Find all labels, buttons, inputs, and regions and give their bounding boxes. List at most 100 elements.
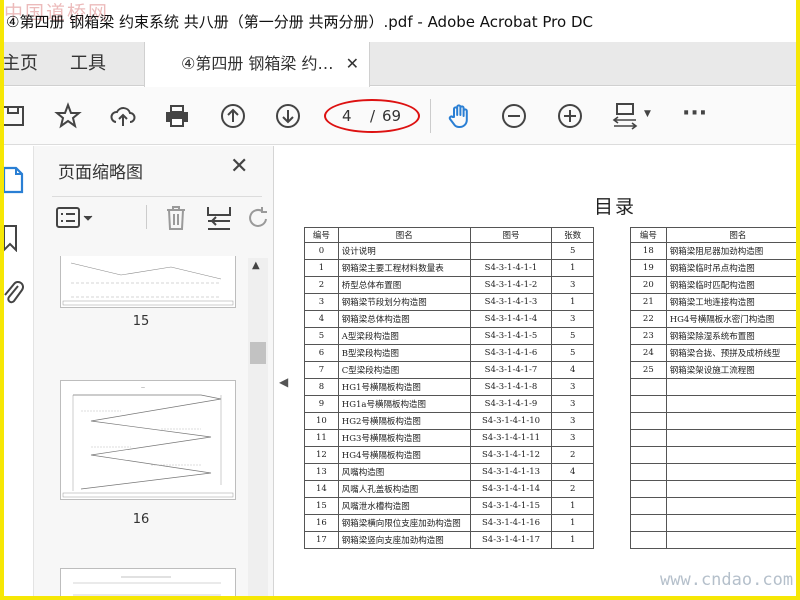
cloud-upload-icon[interactable]	[108, 101, 138, 131]
zoom-in-icon[interactable]	[555, 101, 585, 131]
panel-divider	[146, 205, 147, 229]
table-cell: 5	[304, 327, 339, 345]
toolbar: 4 / 69 ▼ ···	[4, 87, 796, 145]
table-cell	[630, 480, 667, 498]
document-view: 目录 编号 图名 图号 张数 0 设计说明 5 1 钢箱梁主要工程材料数量表 S4-3-1…	[294, 146, 796, 596]
table-cell: 3	[551, 378, 594, 396]
table-header-row: 编号 图名	[630, 227, 796, 243]
print-icon[interactable]	[162, 101, 192, 131]
table-cell: HG3号横隔板构造图	[337, 429, 471, 447]
thumbnails-panel: 页面缩略图 ✕ 15 — 16 ▲	[34, 146, 274, 596]
table-row	[630, 412, 796, 430]
thumbnail-page-number: 16	[132, 512, 150, 527]
table-cell	[665, 429, 796, 447]
page-thumbnail[interactable]	[60, 256, 236, 308]
tab-home[interactable]: 主页	[4, 42, 38, 86]
table-row: 12 HG4号横隔板构造图 S4-3-1-4-1-12 2	[304, 446, 594, 464]
fit-page-icon[interactable]	[610, 101, 640, 131]
watermark-bottom: www.cndao.com	[660, 570, 794, 590]
table-cell: 3	[551, 276, 594, 294]
table-cell: 钢箱梁节段划分构造图	[337, 293, 471, 311]
tab-tools[interactable]: 工具	[70, 42, 106, 86]
table-row	[630, 497, 796, 515]
page-thumbnail-selected[interactable]: —	[60, 380, 236, 500]
scrollbar-thumb[interactable]	[250, 342, 266, 364]
table-cell: 8	[304, 378, 339, 396]
svg-text:—: —	[141, 385, 145, 390]
table-cell: HG1a号横隔板构造图	[337, 395, 471, 413]
collapse-panel-icon[interactable]: ◀	[279, 375, 288, 389]
hand-tool-icon[interactable]	[445, 101, 475, 131]
table-cell: 22	[630, 310, 667, 328]
table-cell: 桥型总体布置图	[337, 276, 471, 294]
navigation-rail	[4, 146, 34, 596]
delete-page-icon[interactable]	[164, 205, 188, 235]
table-cell: 16	[304, 514, 339, 532]
table-cell: 12	[304, 446, 339, 464]
table-row: 23 钢箱梁除湿系统布置图	[630, 327, 796, 345]
table-cell: 钢箱梁工地连接构造图	[665, 293, 796, 311]
table-cell: S4-3-1-4-1-16	[469, 514, 553, 532]
table-cell: 0	[304, 242, 339, 260]
table-cell: 1	[551, 259, 594, 277]
window-title: ④第四册 钢箱梁 约束系统 共八册（第一分册 共两分册）.pdf - Adobe…	[6, 13, 593, 31]
fit-dropdown-icon[interactable]: ▼	[644, 109, 651, 119]
thumbnail-scrollbar[interactable]: ▲	[248, 258, 268, 596]
table-cell: 3	[551, 395, 594, 413]
table-cell: S4-3-1-4-1-17	[469, 531, 553, 549]
table-cell	[665, 463, 796, 481]
bookmark-star-icon[interactable]	[53, 101, 83, 131]
thumbnail-page-number: 15	[132, 314, 150, 329]
table-cell: 风嘴人孔盖板构造图	[337, 480, 471, 498]
scroll-up-icon[interactable]: ▲	[252, 260, 260, 271]
table-cell	[630, 463, 667, 481]
page-thumbnails-icon[interactable]	[4, 166, 24, 198]
table-cell: 21	[630, 293, 667, 311]
table-cell: C型梁段构造图	[337, 361, 471, 379]
save-icon[interactable]	[4, 101, 28, 131]
col-header: 张数	[551, 227, 594, 243]
table-cell: S4-3-1-4-1-6	[469, 344, 553, 362]
table-cell: 5	[551, 344, 594, 362]
table-row: 9 HG1a号横隔板构造图 S4-3-1-4-1-9 3	[304, 395, 594, 413]
tab-document-label: ④第四册 钢箱梁 约…	[181, 54, 334, 73]
table-cell: S4-3-1-4-1-10	[469, 412, 553, 430]
table-row: 14 风嘴人孔盖板构造图 S4-3-1-4-1-14 2	[304, 480, 594, 498]
next-page-icon[interactable]	[273, 101, 303, 131]
table-cell: 钢箱梁阻尼器加劲构造图	[665, 242, 796, 260]
bookmarks-icon[interactable]	[4, 224, 20, 256]
table-cell	[665, 514, 796, 532]
table-cell: 设计说明	[337, 242, 471, 260]
previous-page-icon[interactable]	[218, 101, 248, 131]
table-cell: 25	[630, 361, 667, 379]
current-page-input[interactable]: 4	[342, 107, 352, 125]
table-row	[630, 531, 796, 549]
table-row: 8 HG1号横隔板构造图 S4-3-1-4-1-8 3	[304, 378, 594, 396]
close-tab-icon[interactable]: ✕	[346, 42, 359, 86]
attachments-icon[interactable]	[4, 278, 24, 312]
zoom-out-icon[interactable]	[499, 101, 529, 131]
thumbnail-options-icon[interactable]	[56, 207, 94, 233]
table-cell: 3	[551, 429, 594, 447]
table-row	[630, 480, 796, 498]
table-cell: S4-3-1-4-1-9	[469, 395, 553, 413]
table-cell	[630, 395, 667, 413]
more-tools-icon[interactable]: ···	[682, 101, 707, 126]
table-row: 25 钢箱梁架设施工流程图	[630, 361, 796, 379]
page-number-field[interactable]: 4 / 69	[324, 99, 420, 133]
table-cell: 钢箱梁竖向支座加劲构造图	[337, 531, 471, 549]
thumbnail-list: 15 — 16	[34, 256, 248, 596]
table-cell: 1	[551, 293, 594, 311]
tab-document[interactable]: ④第四册 钢箱梁 约… ✕	[144, 42, 370, 87]
acrobat-window: 中国道桥网 ④第四册 钢箱梁 约束系统 共八册（第一分册 共两分册）.pdf -…	[4, 0, 796, 596]
extract-pages-icon[interactable]	[206, 205, 232, 235]
table-cell: HG4号横隔板水密门构造图	[665, 310, 796, 328]
close-panel-icon[interactable]: ✕	[230, 154, 248, 179]
table-cell	[630, 412, 667, 430]
document-heading: 目录	[594, 196, 637, 218]
table-row: 4 钢箱梁总体构造图 S4-3-1-4-1-4 3	[304, 310, 594, 328]
rotate-page-icon[interactable]	[246, 205, 272, 235]
page-thumbnail[interactable]	[60, 568, 236, 596]
table-cell: S4-3-1-4-1-1	[469, 259, 553, 277]
table-cell	[630, 531, 667, 549]
